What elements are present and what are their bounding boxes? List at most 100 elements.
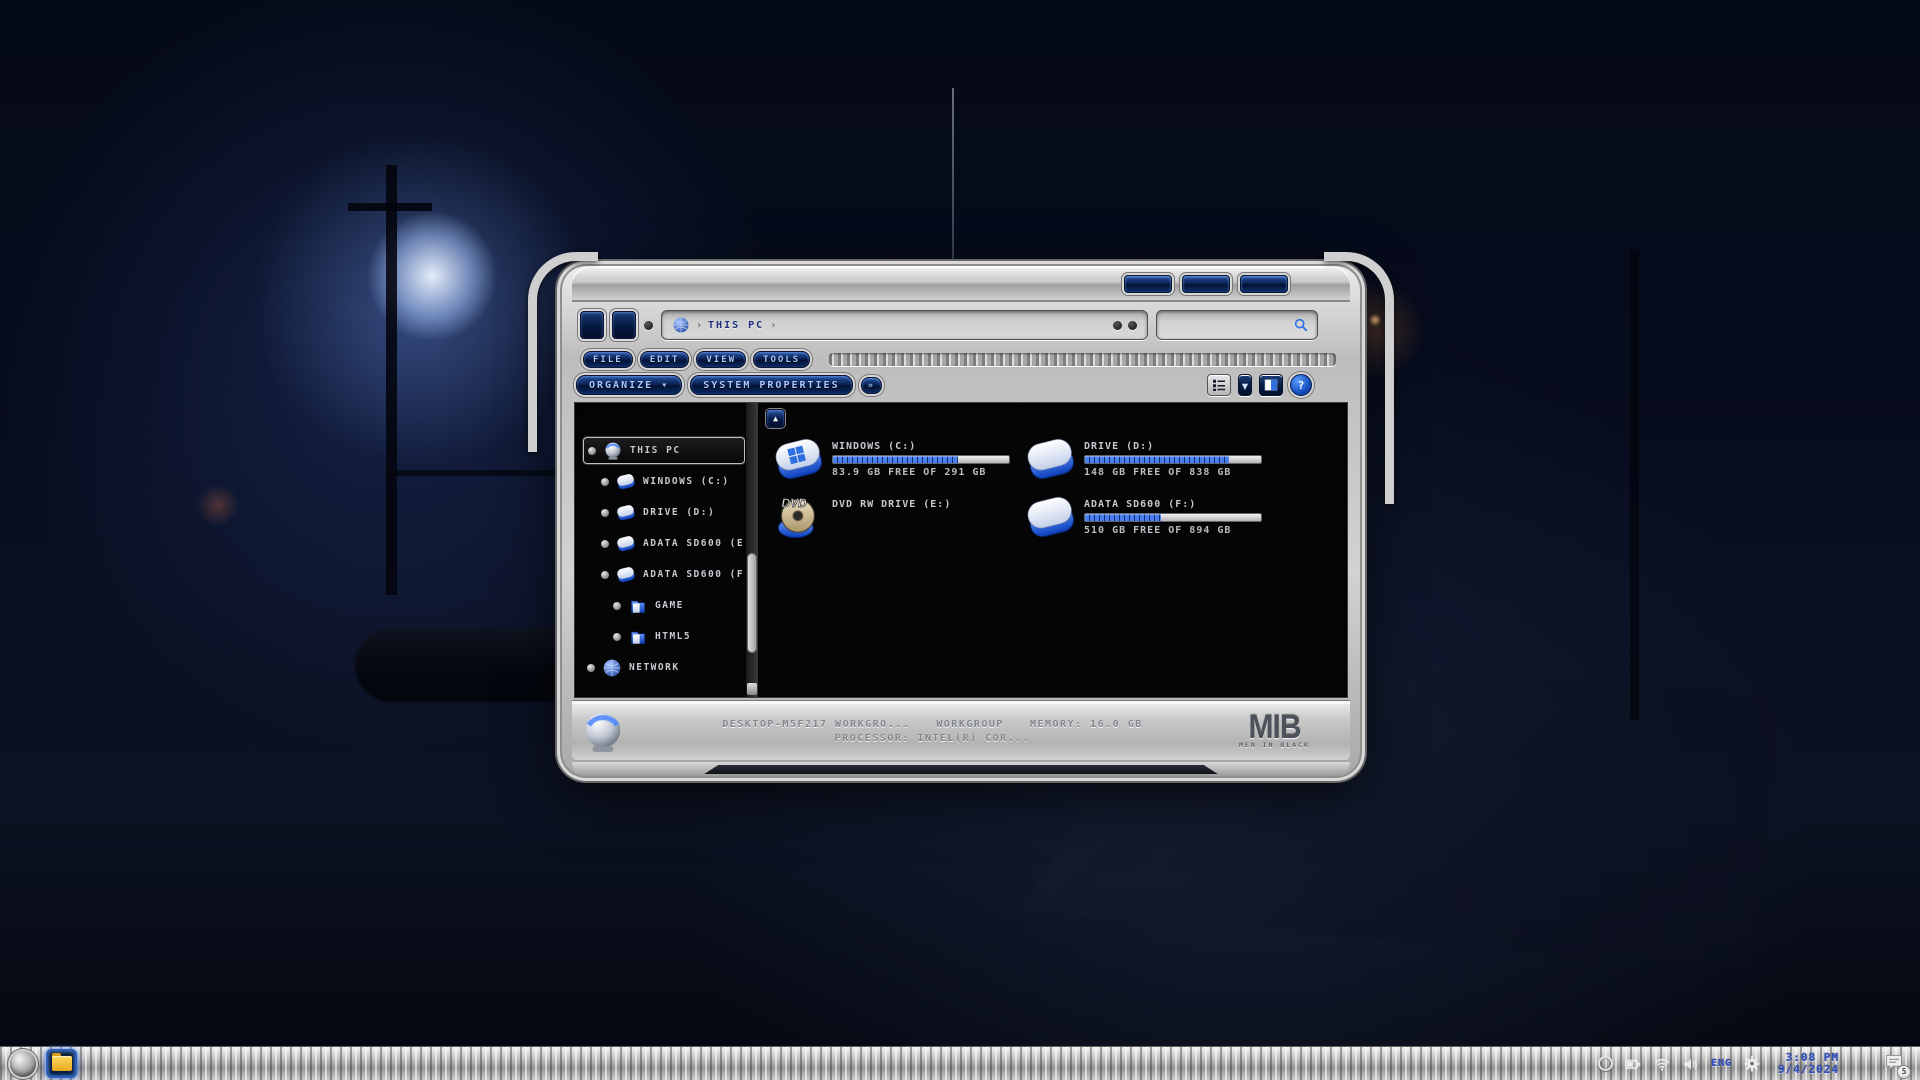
- sidebar-item[interactable]: DRIVE (D:): [597, 499, 745, 526]
- sidebar-item-icon: [616, 534, 636, 554]
- processor-label: PROCESSOR: INTEL(R) COR...: [835, 733, 1031, 744]
- sidebar-item[interactable]: THIS PC: [583, 437, 745, 464]
- sidebar-item-label: GAME: [655, 600, 684, 611]
- maximize-button[interactable]: [1182, 275, 1230, 293]
- sidebar-item-icon: [628, 596, 648, 616]
- menu-tools[interactable]: TOOLS: [753, 351, 810, 368]
- sidebar-item[interactable]: GAME: [609, 592, 745, 619]
- start-button[interactable]: [10, 1051, 36, 1077]
- sidebar-item-label: WINDOWS (C:): [643, 476, 730, 487]
- drive-icon: [772, 495, 826, 541]
- drive-tile[interactable]: WINDOWS (C:) 83.9 GB FREE OF 291 GB: [772, 437, 1022, 483]
- notification-badge: 5: [1897, 1065, 1911, 1079]
- sidebar-item-label: THIS PC: [630, 445, 681, 456]
- wallpaper-lamp-arm: [348, 203, 432, 211]
- address-bar[interactable]: › THIS PC ›: [661, 310, 1148, 340]
- breadcrumb-chevron: ›: [696, 320, 702, 331]
- navigation-row: › THIS PC ›: [572, 302, 1350, 348]
- drive-tile[interactable]: DRIVE (D:) 148 GB FREE OF 838 GB: [1024, 437, 1274, 483]
- preview-pane-button[interactable]: [1259, 374, 1283, 396]
- drive-icon: [772, 437, 826, 483]
- sidebar-item-icon: [602, 658, 622, 678]
- sidebar-item[interactable]: ADATA SD600 (E:): [597, 530, 745, 557]
- list-view-icon: [1210, 376, 1228, 394]
- battery-icon[interactable]: [1624, 1055, 1642, 1073]
- menu-bar: FILEEDITVIEWTOOLS: [572, 348, 1350, 370]
- scrollbar-thumb[interactable]: [747, 553, 757, 653]
- sidebar-item-label: HTML5: [655, 631, 691, 642]
- sidebar-item[interactable]: NETWORK: [583, 654, 745, 681]
- grip-texture: [829, 353, 1336, 366]
- wallpaper-antenna: [952, 88, 954, 268]
- folder-icon: [52, 1056, 72, 1071]
- tree-expand-bullet[interactable]: [601, 509, 609, 517]
- window-bottom-frame: [572, 762, 1350, 776]
- language-indicator[interactable]: ENG: [1711, 1058, 1732, 1069]
- drive-free-space: 148 GB FREE OF 838 GB: [1084, 467, 1262, 478]
- breadcrumb[interactable]: THIS PC: [708, 320, 764, 331]
- system-tray: ENG 3:08 PM 9/4/2024 5: [1598, 1052, 1910, 1076]
- system-properties-button[interactable]: SYSTEM PROPERTIES: [690, 375, 852, 395]
- drive-tile[interactable]: DVD RW DRIVE (E:): [772, 495, 1022, 541]
- taskbar-explorer-button[interactable]: [46, 1049, 77, 1078]
- drive-free-space: 83.9 GB FREE OF 291 GB: [832, 467, 1010, 478]
- tree-expand-bullet[interactable]: [601, 478, 609, 486]
- drive-name: ADATA SD600 (F:): [1084, 499, 1262, 510]
- tree-expand-bullet[interactable]: [601, 540, 609, 548]
- sidebar-item-icon: [616, 503, 636, 523]
- scrollbar-down-button[interactable]: [747, 683, 757, 695]
- menu-edit[interactable]: EDIT: [640, 351, 690, 368]
- recent-locations-button[interactable]: [644, 321, 653, 330]
- content-area: THIS PC WINDOWS (C:) DRIVE (D:) ADATA SD…: [574, 402, 1348, 698]
- tree-expand-bullet[interactable]: [613, 633, 621, 641]
- search-icon: [1293, 317, 1309, 333]
- gear-icon[interactable]: [1743, 1055, 1761, 1073]
- tree-expand-bullet[interactable]: [613, 602, 621, 610]
- chevron-down-icon: ▾: [661, 380, 669, 391]
- drive-name: WINDOWS (C:): [832, 441, 1010, 452]
- up-one-level-button[interactable]: ▲: [766, 409, 785, 428]
- title-bar[interactable]: [572, 266, 1350, 302]
- change-view-button[interactable]: [1207, 374, 1231, 396]
- search-input[interactable]: [1165, 320, 1293, 331]
- hidden-icons-button[interactable]: [1598, 1056, 1613, 1071]
- sidebar-scrollbar[interactable]: [745, 403, 758, 697]
- sidebar-item-icon: [616, 565, 636, 585]
- taskbar: ENG 3:08 PM 9/4/2024 5: [0, 1046, 1920, 1080]
- clock[interactable]: 3:08 PM 9/4/2024: [1778, 1052, 1839, 1076]
- notification-center-button[interactable]: 5: [1884, 1053, 1904, 1075]
- help-button[interactable]: ?: [1290, 374, 1312, 396]
- breadcrumb-chevron: ›: [770, 320, 776, 331]
- refresh-button[interactable]: [1128, 321, 1137, 330]
- capacity-bar: [1084, 455, 1262, 464]
- forward-button[interactable]: [612, 311, 636, 339]
- sidebar-item[interactable]: ADATA SD600 (F:): [597, 561, 745, 588]
- drive-icon: [1024, 437, 1078, 483]
- minimize-button[interactable]: [1124, 275, 1172, 293]
- wallpaper-railing: [390, 470, 570, 476]
- toolbar-overflow-button[interactable]: »: [861, 377, 882, 394]
- close-button[interactable]: [1240, 275, 1288, 293]
- drive-tile[interactable]: ADATA SD600 (F:) 510 GB FREE OF 894 GB: [1024, 495, 1274, 541]
- wallpaper-pole: [1630, 250, 1639, 720]
- sidebar-item[interactable]: WINDOWS (C:): [597, 468, 745, 495]
- capacity-bar: [832, 455, 1010, 464]
- drive-free-space: 510 GB FREE OF 894 GB: [1084, 525, 1262, 536]
- drive-list-pane: ▲ WINDOWS (C:) 83.9 GB FREE OF 291 GB DR…: [758, 403, 1347, 697]
- menu-view[interactable]: VIEW: [696, 351, 746, 368]
- sidebar-item[interactable]: HTML5: [609, 623, 745, 650]
- view-dropdown-button[interactable]: ▾: [1238, 374, 1252, 396]
- drive-name: DVD RW DRIVE (E:): [832, 499, 951, 510]
- wifi-icon[interactable]: [1653, 1055, 1671, 1073]
- sidebar-tree: THIS PC WINDOWS (C:) DRIVE (D:) ADATA SD…: [575, 403, 745, 697]
- volume-icon[interactable]: [1682, 1055, 1700, 1073]
- address-dropdown-button[interactable]: [1113, 321, 1122, 330]
- explorer-window: › THIS PC › FILEEDITVIEWTOOLS ORGANIZE ▾…: [562, 266, 1360, 776]
- tree-expand-bullet[interactable]: [601, 571, 609, 579]
- tree-expand-bullet[interactable]: [587, 664, 595, 672]
- drive-name: DRIVE (D:): [1084, 441, 1262, 452]
- wallpaper-lamppost: [386, 165, 397, 595]
- orb-icon: [580, 709, 626, 755]
- search-box[interactable]: [1156, 310, 1318, 340]
- globe-icon: [672, 316, 690, 334]
